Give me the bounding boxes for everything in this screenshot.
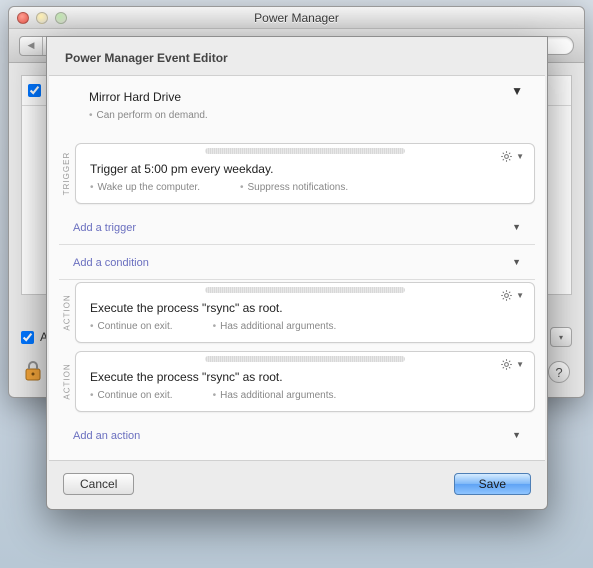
action-section: ACTION ▼ Execute the process "rsync" as …	[59, 282, 535, 343]
sheet-body: ▼ Mirror Hard Drive Can perform on deman…	[49, 75, 545, 461]
action-side-label: ACTION	[59, 282, 75, 343]
event-header[interactable]: ▼ Mirror Hard Drive Can perform on deman…	[75, 86, 535, 125]
chevron-down-icon: ▼	[516, 291, 524, 300]
add-condition-link[interactable]: Add a condition ▼	[59, 247, 535, 280]
event-editor-sheet: Power Manager Event Editor ▼ Mirror Hard…	[46, 36, 548, 510]
gear-icon	[500, 358, 513, 371]
sheet-title: Power Manager Event Editor	[47, 37, 547, 75]
traffic-lights	[17, 12, 67, 24]
action-title: Execute the process "rsync" as root.	[90, 301, 520, 315]
trigger-card[interactable]: ▼ Trigger at 5:00 pm every weekday. Wake…	[75, 143, 535, 204]
action-side-label: ACTION	[59, 351, 75, 412]
action-bullet: Continue on exit.	[90, 390, 173, 401]
action-card[interactable]: ▼ Execute the process "rsync" as root. C…	[75, 282, 535, 343]
gear-icon	[500, 289, 513, 302]
add-action-link[interactable]: Add an action ▼	[59, 420, 535, 448]
action-section: ACTION ▼ Execute the process "rsync" as …	[59, 351, 535, 412]
lock-row[interactable]	[23, 359, 43, 383]
action-options-button[interactable]: ▼	[500, 289, 524, 302]
save-button[interactable]: Save	[454, 473, 531, 495]
action-bullet: Continue on exit.	[90, 321, 173, 332]
chevron-down-icon: ▼	[512, 222, 521, 232]
trigger-options-button[interactable]: ▼	[500, 150, 524, 163]
bottom-checkbox[interactable]	[21, 331, 34, 344]
chevron-down-icon: ▼	[516, 360, 524, 369]
trigger-title: Trigger at 5:00 pm every weekday.	[90, 162, 520, 176]
minimize-button[interactable]	[36, 12, 48, 24]
action-options-button[interactable]: ▼	[500, 358, 524, 371]
gear-icon	[500, 150, 513, 163]
trigger-section: TRIGGER ▼ Trigger at 5:00 pm every weekd…	[59, 143, 535, 204]
action-title: Execute the process "rsync" as root.	[90, 370, 520, 384]
event-title: Mirror Hard Drive	[89, 90, 521, 104]
drag-handle[interactable]	[205, 287, 405, 293]
add-condition-label: Add a condition	[73, 257, 149, 269]
add-action-label: Add an action	[73, 430, 140, 442]
row-checkbox[interactable]	[28, 84, 41, 97]
zoom-button[interactable]	[55, 12, 67, 24]
action-bullet: Has additional arguments.	[213, 390, 337, 401]
close-button[interactable]	[17, 12, 29, 24]
titlebar: Power Manager	[9, 7, 584, 29]
window-title: Power Manager	[9, 11, 584, 25]
event-header-section: ▼ Mirror Hard Drive Can perform on deman…	[59, 86, 535, 135]
action-bullet: Has additional arguments.	[213, 321, 337, 332]
chevron-down-icon: ▼	[516, 152, 524, 161]
help-button[interactable]: ?	[548, 361, 570, 383]
trigger-bullet: Wake up the computer.	[90, 182, 200, 193]
add-trigger-label: Add a trigger	[73, 222, 136, 234]
chevron-down-icon: ▼	[512, 257, 521, 267]
trigger-side-label: TRIGGER	[59, 143, 75, 204]
cancel-button[interactable]: Cancel	[63, 473, 134, 495]
drag-handle[interactable]	[205, 148, 405, 154]
drag-handle[interactable]	[205, 356, 405, 362]
header-options-button[interactable]: ▼	[509, 84, 523, 98]
action-card[interactable]: ▼ Execute the process "rsync" as root. C…	[75, 351, 535, 412]
lock-icon	[23, 359, 43, 383]
chevron-down-icon: ▼	[512, 430, 521, 440]
trigger-bullet: Suppress notifications.	[240, 182, 348, 193]
sheet-footer: Cancel Save	[47, 461, 547, 497]
event-header-bullet: Can perform on demand.	[89, 110, 208, 121]
chevron-down-icon: ▼	[511, 84, 523, 98]
add-trigger-link[interactable]: Add a trigger ▼	[59, 212, 535, 245]
popup-stub[interactable]: ▾	[550, 327, 572, 347]
nav-back-icon[interactable]: ◀	[20, 37, 42, 55]
